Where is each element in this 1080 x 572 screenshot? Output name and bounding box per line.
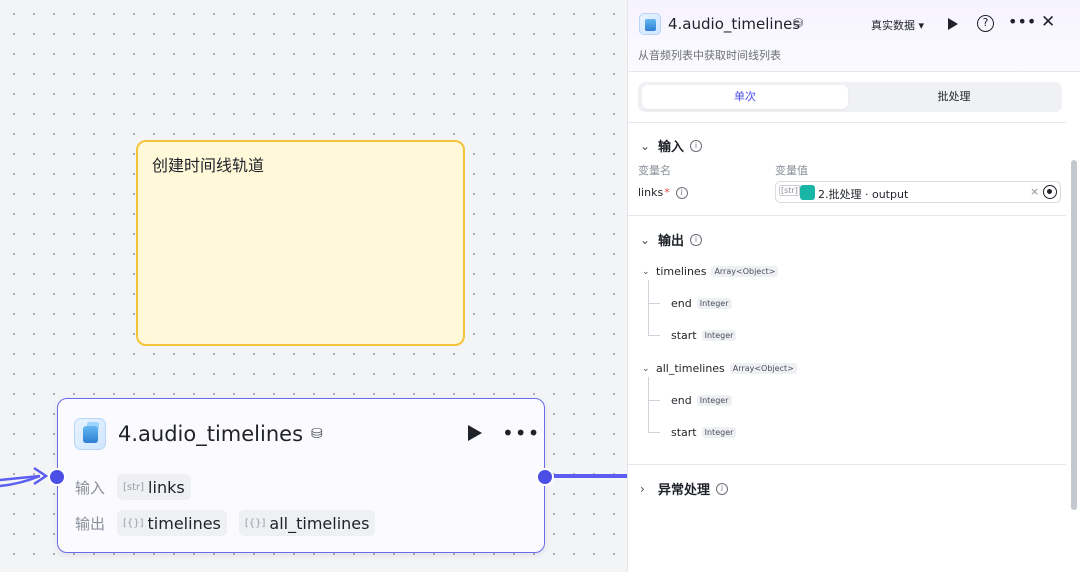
- output-field-type: Array<Object>: [711, 266, 779, 277]
- tree-line: [648, 432, 660, 433]
- type-icon: [{}]: [123, 517, 144, 529]
- output-section-title: 输出: [658, 234, 685, 249]
- variable-name: links * i: [638, 186, 688, 199]
- variable-name-text: links: [638, 186, 664, 199]
- tree-line: [648, 377, 649, 433]
- tree-line: [648, 400, 660, 401]
- data-mode-dropdown[interactable]: 真实数据 ▾: [871, 17, 924, 33]
- chevron-down-icon: ⌄: [640, 232, 651, 247]
- input-section-header[interactable]: ⌄ 输入 i: [640, 136, 703, 155]
- run-mode-tabs: 单次 批处理: [638, 82, 1062, 112]
- required-mark: *: [664, 186, 670, 199]
- target-icon[interactable]: [1043, 185, 1057, 199]
- output-chip: [{}] timelines: [117, 510, 227, 536]
- store-icon: ⛁: [793, 16, 804, 30]
- output-field-name: timelines: [656, 265, 707, 278]
- output-field-type: Array<Object>: [729, 363, 797, 374]
- output-field-name: all_timelines: [656, 362, 725, 375]
- output-field-type: Integer: [701, 330, 737, 341]
- play-icon[interactable]: [468, 425, 482, 441]
- tab-single[interactable]: 单次: [642, 85, 848, 109]
- chevron-right-icon: ›: [640, 481, 645, 496]
- node-test-panel: 4.audio_timelines ⛁ 真实数据 ▾ ? ••• ✕ 从音频列表…: [627, 0, 1080, 572]
- info-icon[interactable]: i: [675, 186, 688, 199]
- incoming-edge: [0, 466, 49, 488]
- error-section-header[interactable]: › 异常处理 i: [640, 479, 729, 498]
- input-chip: [str] links: [117, 474, 191, 500]
- play-icon[interactable]: [948, 18, 958, 30]
- workflow-node[interactable]: 4.audio_timelines ⛁ ••• 输入 [str] links 输…: [48, 398, 554, 553]
- output-tree-item: end Integer: [671, 394, 732, 407]
- variable-value-field[interactable]: [str] 2.批处理 · output ×: [775, 181, 1061, 203]
- output-tree-item: end Integer: [671, 297, 732, 310]
- node-output-row: 输出 [{}] timelines [{}] all_timelines: [75, 510, 387, 536]
- node-input-row: 输入 [str] links: [75, 474, 203, 500]
- output-tree-item[interactable]: ⌄ timelines Array<Object>: [642, 265, 779, 278]
- type-icon: [{}]: [244, 517, 266, 529]
- output-field-name: end: [671, 394, 692, 407]
- clear-icon[interactable]: ×: [1030, 185, 1039, 198]
- output-field-type: Integer: [701, 427, 737, 438]
- divider: [628, 122, 1066, 123]
- more-icon[interactable]: •••: [1008, 12, 1036, 31]
- output-field-name: start: [671, 426, 697, 439]
- col-header-name: 变量名: [638, 164, 671, 177]
- error-section-title: 异常处理: [658, 483, 711, 498]
- output-tree-item: start Integer: [671, 329, 737, 342]
- type-icon: [str]: [123, 481, 145, 493]
- output-name: timelines: [147, 513, 221, 533]
- help-icon[interactable]: ?: [977, 15, 994, 32]
- outgoing-edge: [552, 474, 628, 478]
- info-icon[interactable]: i: [690, 233, 703, 246]
- output-field-type: Integer: [696, 395, 732, 406]
- output-tree-item: start Integer: [671, 426, 737, 439]
- tab-batch[interactable]: 批处理: [850, 85, 1058, 109]
- panel-header: 4.audio_timelines ⛁ 真实数据 ▾ ? ••• ✕ 从音频列表…: [628, 0, 1080, 72]
- sticky-note[interactable]: 创建时间线轨道: [136, 140, 465, 346]
- output-section-header[interactable]: ⌄ 输出 i: [640, 230, 703, 249]
- info-icon[interactable]: i: [716, 482, 729, 495]
- output-label: 输出: [75, 514, 106, 533]
- node-cube-icon: [639, 13, 661, 35]
- store-icon: ⛁: [311, 426, 323, 442]
- output-field-type: Integer: [696, 298, 732, 309]
- close-icon[interactable]: ✕: [1041, 12, 1055, 32]
- node-title: 4.audio_timelines: [118, 422, 304, 446]
- input-name: links: [148, 477, 185, 497]
- note-text: 创建时间线轨道: [152, 156, 265, 175]
- input-port[interactable]: [48, 468, 66, 486]
- panel-description: 从音频列表中获取时间线列表: [638, 49, 781, 62]
- tree-line: [648, 303, 660, 304]
- node-cube-icon: [74, 418, 106, 450]
- type-icon: [str]: [779, 185, 800, 196]
- scrollbar[interactable]: [1071, 160, 1077, 510]
- divider: [628, 215, 1066, 216]
- info-icon[interactable]: i: [690, 139, 703, 152]
- chevron-down-icon: ⌄: [642, 363, 650, 374]
- output-name: all_timelines: [269, 513, 370, 533]
- output-field-name: end: [671, 297, 692, 310]
- input-section-title: 输入: [658, 140, 685, 155]
- divider: [628, 464, 1066, 465]
- chevron-down-icon: ⌄: [640, 138, 651, 153]
- chevron-down-icon: ⌄: [642, 266, 650, 277]
- tree-line: [648, 335, 660, 336]
- batch-node-icon: [800, 185, 815, 200]
- tree-line: [648, 280, 649, 336]
- output-field-name: start: [671, 329, 697, 342]
- panel-title: 4.audio_timelines: [668, 15, 801, 33]
- input-label: 输入: [75, 478, 106, 497]
- col-header-value: 变量值: [775, 164, 808, 177]
- output-port[interactable]: [536, 468, 554, 486]
- output-tree-item[interactable]: ⌄ all_timelines Array<Object>: [642, 362, 797, 375]
- output-chip: [{}] all_timelines: [238, 510, 376, 536]
- more-icon[interactable]: •••: [502, 421, 540, 445]
- variable-reference: 2.批处理 · output: [818, 188, 909, 201]
